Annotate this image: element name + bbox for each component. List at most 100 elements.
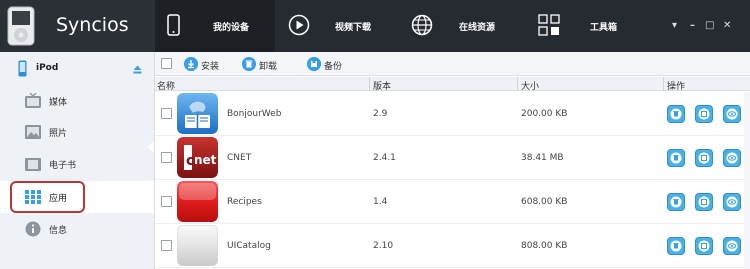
sidebar-item-media[interactable]: 媒体 (0, 85, 154, 117)
backup-icon (698, 240, 710, 252)
backup-icon (698, 152, 710, 164)
tab-label: 工具箱 (590, 23, 618, 33)
eye-icon (726, 152, 738, 164)
view-row-button[interactable] (723, 149, 741, 167)
backup-icon (307, 57, 321, 71)
column-version[interactable]: 版本 (373, 79, 391, 92)
column-divider (663, 77, 664, 91)
row-checkbox[interactable] (161, 196, 172, 207)
app-title: Syncios (56, 14, 129, 36)
bonjourweb-app-icon (177, 93, 218, 134)
backup-row-button[interactable] (695, 237, 713, 255)
sidebar: iPod 媒体 照片 电子书 应用 信息 (0, 52, 155, 269)
scrollbar[interactable] (744, 92, 750, 269)
install-label: 安装 (201, 62, 220, 72)
book-icon (25, 158, 41, 171)
ipod-logo-icon (7, 6, 35, 46)
tab-video-download[interactable]: 视频下载 (275, 0, 395, 52)
tab-online-resources[interactable]: 在线资源 (395, 0, 520, 52)
uninstall-row-button[interactable] (667, 237, 685, 255)
table-row[interactable]: UICatalog 2.10 808.00 KB (155, 224, 750, 268)
uninstall-row-button[interactable] (667, 193, 685, 211)
column-name[interactable]: 名称 (157, 79, 175, 92)
tab-label: 视频下载 (335, 23, 372, 33)
column-divider (517, 77, 518, 91)
app-version: 2.4.1 (373, 153, 396, 163)
maximize-icon[interactable]: □ (705, 20, 714, 31)
app-version: 2.9 (373, 109, 388, 119)
app-name: BonjourWeb (227, 109, 282, 119)
recipes-app-icon (177, 181, 218, 222)
trash-icon (670, 196, 682, 208)
toolbar: 安装 卸载 备份 (155, 52, 750, 76)
logo-area: Syncios (0, 0, 155, 52)
table-header: 名称 版本 大小 操作 (155, 77, 750, 92)
device-row[interactable]: iPod (0, 58, 155, 80)
eject-icon[interactable] (133, 65, 142, 74)
sidebar-item-ebooks[interactable]: 电子书 (0, 148, 154, 180)
selection-highlight (10, 181, 85, 213)
device-icon (18, 60, 27, 77)
uicatalog-app-icon (177, 225, 218, 266)
sidebar-item-label: 信息 (49, 226, 68, 236)
trash-icon (670, 240, 682, 252)
phone-icon (167, 14, 180, 36)
close-icon[interactable]: ✕ (723, 20, 731, 31)
table-row[interactable]: Recipes 1.4 608.00 KB (155, 180, 750, 224)
app-version: 1.4 (373, 197, 388, 207)
column-actions: 操作 (667, 82, 686, 92)
backup-row-button[interactable] (695, 105, 713, 123)
sidebar-item-photos[interactable]: 照片 (0, 116, 154, 148)
backup-icon (698, 108, 710, 120)
app-size: 38.41 MB (521, 153, 564, 163)
app-version: 2.10 (373, 241, 394, 251)
tv-icon (25, 93, 41, 108)
app-name: UICatalog (227, 241, 271, 251)
column-divider (369, 77, 370, 91)
row-checkbox[interactable] (161, 108, 172, 119)
app-name: CNET (227, 153, 252, 163)
tab-toolbox[interactable]: 工具箱 (520, 0, 640, 52)
backup-label: 备份 (324, 62, 343, 72)
svg-text:net: net (194, 153, 217, 167)
tab-label: 我的设备 (213, 23, 250, 33)
backup-row-button[interactable] (695, 149, 713, 167)
menu-dropdown-icon[interactable]: ▾ (672, 20, 677, 31)
app-size: 200.00 KB (521, 109, 568, 119)
app-name: Recipes (227, 197, 262, 207)
uninstall-row-button[interactable] (667, 105, 685, 123)
backup-row-button[interactable] (695, 193, 713, 211)
info-icon (25, 221, 41, 237)
cnet-app-icon: c net (177, 137, 218, 178)
tab-label: 在线资源 (459, 23, 496, 33)
install-icon (184, 57, 198, 71)
sidebar-item-label: 媒体 (49, 98, 68, 108)
top-bar: Syncios 我的设备 视频下载 在线资源 工具箱 ▾ – □ ✕ (0, 0, 750, 52)
table-row[interactable]: BonjourWeb 2.9 200.00 KB (155, 92, 750, 136)
column-size[interactable]: 大小 (521, 79, 539, 92)
globe-icon (411, 14, 433, 36)
select-all-checkbox[interactable] (161, 58, 172, 69)
uninstall-label: 卸载 (259, 62, 278, 72)
trash-icon (670, 152, 682, 164)
app-size: 808.00 KB (521, 241, 568, 251)
device-name: iPod (36, 63, 59, 73)
photo-icon (25, 125, 41, 139)
view-row-button[interactable] (723, 237, 741, 255)
eye-icon (726, 196, 738, 208)
view-row-button[interactable] (723, 105, 741, 123)
row-checkbox[interactable] (161, 152, 172, 163)
active-pointer (147, 141, 154, 153)
uninstall-row-button[interactable] (667, 149, 685, 167)
row-checkbox[interactable] (161, 240, 172, 251)
tab-my-device[interactable]: 我的设备 (155, 0, 275, 52)
eye-icon (726, 240, 738, 252)
sidebar-item-info[interactable]: 信息 (0, 213, 154, 245)
view-row-button[interactable] (723, 193, 741, 211)
grid-icon (538, 14, 560, 36)
backup-icon (698, 196, 710, 208)
trash-icon (242, 57, 256, 71)
minimize-icon[interactable]: – (690, 20, 695, 31)
table-row[interactable]: c net CNET 2.4.1 38.41 MB (155, 136, 750, 180)
eye-icon (726, 108, 738, 120)
